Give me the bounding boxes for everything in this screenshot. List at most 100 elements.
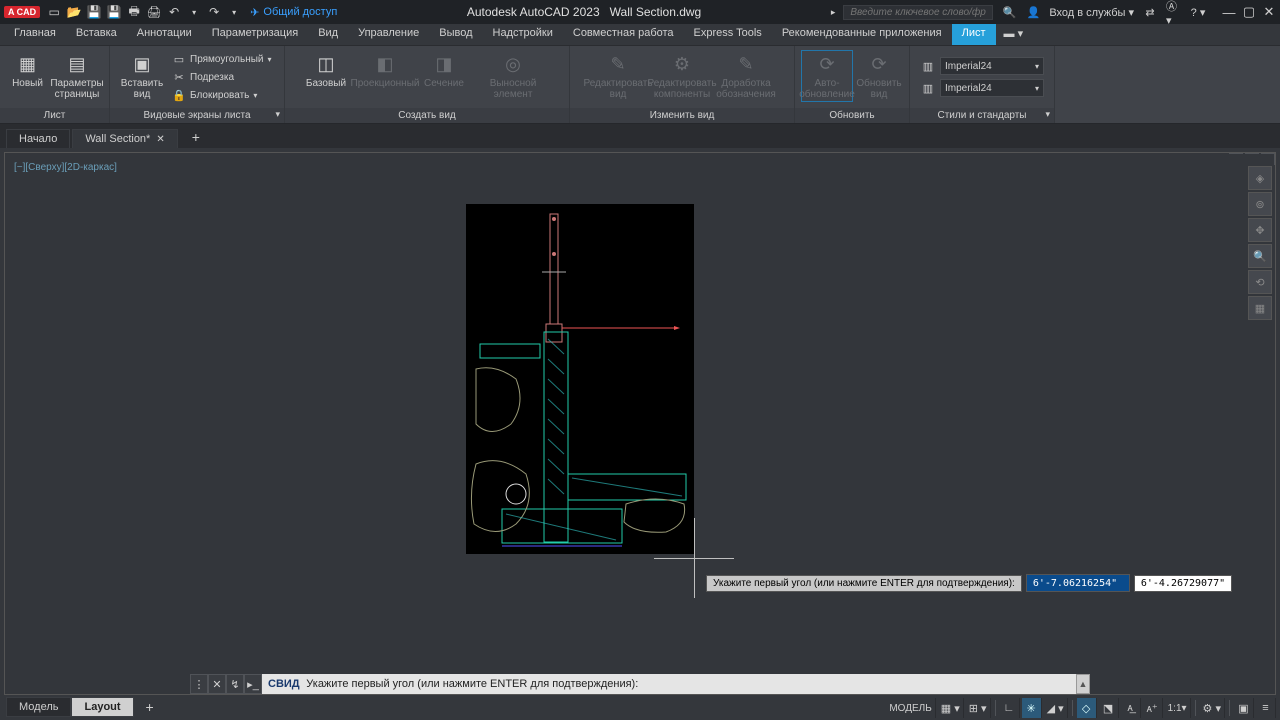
app-store-icon[interactable]: Ⓐ ▾ <box>1166 4 1182 20</box>
tab-manage[interactable]: Управление <box>348 24 429 45</box>
grid-icon[interactable]: ▦ ▾ <box>938 698 964 718</box>
navwheel-icon[interactable]: ⊚ <box>1248 192 1272 216</box>
command-line[interactable]: ⋮ ✕ ↯ ▸_ СВИД Укажите первый угол (или н… <box>190 674 1090 694</box>
zoom-icon[interactable]: 🔍 <box>1248 244 1272 268</box>
navcube-icon[interactable]: ◈ <box>1248 166 1272 190</box>
tab-addins[interactable]: Надстройки <box>483 24 563 45</box>
cmd-close-icon[interactable]: ✕ <box>208 674 226 694</box>
orbit-icon[interactable]: ⟲ <box>1248 270 1272 294</box>
panel-title-layout: Лист <box>0 108 109 123</box>
polar-icon[interactable]: ✳ <box>1022 698 1042 718</box>
cmd-custom-icon[interactable]: ↯ <box>226 674 244 694</box>
tab-annotate[interactable]: Аннотации <box>127 24 202 45</box>
share-button[interactable]: ✈ Общий доступ <box>250 6 337 19</box>
edit-components-button: ⚙ Редактировать компоненты <box>651 50 713 100</box>
filetab-active[interactable]: Wall Section* ✕ <box>72 129 177 148</box>
rectangular-viewport-button[interactable]: ▭ Прямоугольный ▾ <box>170 50 274 68</box>
signin-button[interactable]: Вход в службы ▾ <box>1049 6 1134 19</box>
close-tab-icon[interactable]: ✕ <box>156 134 164 145</box>
style1-select[interactable]: Imperial24▾ <box>940 57 1044 75</box>
annoscale-icon[interactable]: ⬔ <box>1099 698 1119 718</box>
drawing-content <box>466 204 694 554</box>
symbol-icon: ✎ <box>732 52 760 76</box>
nav-bar: ◈ ⊚ ✥ 🔍 ⟲ ▦ <box>1248 166 1272 320</box>
title: Autodesk AutoCAD 2023 Wall Section.dwg <box>337 5 831 19</box>
snap-icon[interactable]: ⊞ ▾ <box>966 698 991 718</box>
fullscreen-icon[interactable]: ▣ <box>1234 698 1254 718</box>
minimize-button[interactable]: — <box>1222 5 1236 19</box>
tab-view[interactable]: Вид <box>308 24 348 45</box>
projected-view-button: ◧ Проекционный <box>354 50 416 89</box>
style2-icon: ▥ <box>920 80 936 96</box>
annoauto-icon[interactable]: ᴀ⁺ <box>1143 698 1163 718</box>
saveas-icon[interactable]: 💾 <box>106 4 122 20</box>
page-setup-button[interactable]: ▤ Параметры страницы <box>51 50 103 100</box>
drawing-area[interactable]: — ▢ ✕ [−][Сверху][2D-каркас] <box>4 152 1276 695</box>
tab-featured[interactable]: Рекомендованные приложения <box>772 24 952 45</box>
clip-viewport-button[interactable]: ✂ Подрезка <box>170 68 274 86</box>
model-tab[interactable]: Модель <box>6 697 71 717</box>
cmd-handle-icon[interactable]: ⋮ <box>190 674 208 694</box>
detail-icon: ◎ <box>499 52 527 76</box>
scale-button[interactable]: 1:1 ▾ <box>1165 698 1191 718</box>
new-layout-button[interactable]: ▦ Новый <box>6 50 49 89</box>
quick-access-toolbar: ▭ 📂 💾 💾 🖶 🖨 ↶ ▾ ↷ ▾ <box>46 4 242 20</box>
tab-parametric[interactable]: Параметризация <box>202 24 308 45</box>
close-button[interactable]: ✕ <box>1262 5 1276 19</box>
app-badge: A CAD <box>4 6 40 18</box>
chevron-down-icon[interactable]: ▾ <box>186 4 202 20</box>
filetab-start[interactable]: Начало <box>6 129 70 148</box>
exchange-icon[interactable]: ⇄ <box>1142 4 1158 20</box>
showmotion-icon[interactable]: ▦ <box>1248 296 1272 320</box>
redo-icon[interactable]: ↷ <box>206 4 222 20</box>
edit-view-button: ✎ Редактировать вид <box>587 50 649 100</box>
iso-icon[interactable]: ◢ ▾ <box>1044 698 1068 718</box>
dyn-x-input[interactable]: 6'-7.06216254" <box>1026 574 1130 592</box>
space-toggle[interactable]: МОДЕЛЬ <box>886 698 935 718</box>
tab-insert[interactable]: Вставка <box>66 24 127 45</box>
expand-icon[interactable]: ▾ <box>1045 108 1050 121</box>
insert-view-button[interactable]: ▣ Вставить вид <box>116 50 168 100</box>
panel-title-create-view: Создать вид <box>285 108 569 123</box>
dyn-y-input[interactable]: 6'-4.26729077" <box>1134 575 1232 592</box>
search-input[interactable] <box>843 5 993 20</box>
base-view-button[interactable]: ◫ Базовый <box>300 50 352 89</box>
cmd-history-icon[interactable]: ▲ <box>1076 674 1090 694</box>
filetab-add[interactable]: + <box>180 126 212 148</box>
style2-select[interactable]: Imperial24▾ <box>940 79 1044 97</box>
tab-express[interactable]: Express Tools <box>684 24 772 45</box>
panel-title-update: Обновить <box>795 108 909 123</box>
viewport-controls[interactable]: [−][Сверху][2D-каркас] <box>14 162 117 173</box>
plot-icon[interactable]: 🖶 <box>126 4 142 20</box>
maximize-button[interactable]: ▢ <box>1242 5 1256 19</box>
ortho-icon[interactable]: ∟ <box>1000 698 1020 718</box>
print-icon[interactable]: 🖨 <box>146 4 162 20</box>
layout-tab[interactable]: Layout <box>71 697 133 717</box>
lock-viewport-button[interactable]: 🔒 Блокировать ▾ <box>170 86 274 104</box>
save-icon[interactable]: 💾 <box>86 4 102 20</box>
expand-icon[interactable]: ▾ <box>275 108 280 121</box>
gear-icon[interactable]: ⚙ ▾ <box>1200 698 1225 718</box>
command-input[interactable]: СВИД Укажите первый угол (или нажмите EN… <box>262 674 1076 694</box>
open-icon[interactable]: 📂 <box>66 4 82 20</box>
help-icon[interactable]: ? ▾ <box>1190 4 1206 20</box>
new-icon[interactable]: ▭ <box>46 4 62 20</box>
tab-extra[interactable]: ▬ ▾ <box>996 24 1032 45</box>
section-view-button: ◨ Сечение <box>418 50 470 89</box>
base-icon: ◫ <box>312 52 340 76</box>
osnap-icon[interactable]: ◇ <box>1077 698 1097 718</box>
tab-collaborate[interactable]: Совместная работа <box>563 24 684 45</box>
projected-icon: ◧ <box>371 52 399 76</box>
undo-icon[interactable]: ↶ <box>166 4 182 20</box>
add-layout-tab[interactable]: + <box>134 696 166 718</box>
chevron-down-icon[interactable]: ▾ <box>226 4 242 20</box>
annovisible-icon[interactable]: ᴀ̲ <box>1121 698 1141 718</box>
search-arrow-icon: ▸ <box>831 7 836 18</box>
customize-icon[interactable]: ≡ <box>1256 698 1276 718</box>
pan-icon[interactable]: ✥ <box>1248 218 1272 242</box>
status-bar: МОДЕЛЬ ▦ ▾ ⊞ ▾ ∟ ✳ ◢ ▾ ◇ ⬔ ᴀ̲ ᴀ⁺ 1:1 ▾ ⚙… <box>882 696 1280 720</box>
tab-layout[interactable]: Лист <box>952 24 996 45</box>
tab-home[interactable]: Главная <box>4 24 66 45</box>
search-icon[interactable]: 🔍 <box>1001 4 1017 20</box>
tab-output[interactable]: Вывод <box>429 24 482 45</box>
